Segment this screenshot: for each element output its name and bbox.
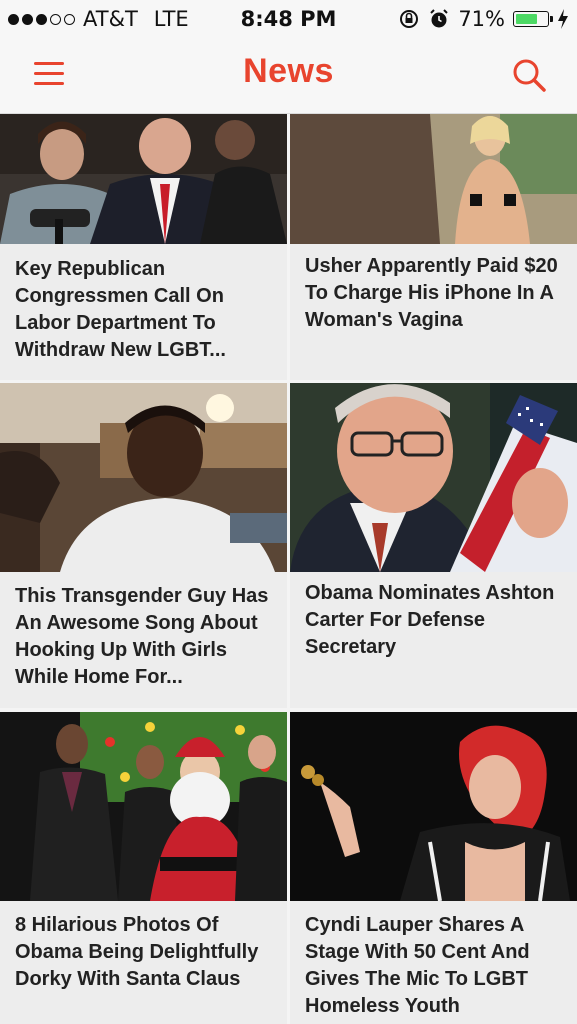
article-title: This Transgender Guy Has An Awesome Song… [15,585,269,688]
article-title: Usher Apparently Paid $20 To Charge His … [305,255,558,331]
article-title: Cyndi Lauper Shares A Stage With 50 Cent… [305,914,530,1017]
status-right: 71% [398,7,569,31]
article-image [290,712,577,901]
rotation-lock-icon [400,10,419,28]
battery-percent: 71% [458,7,505,31]
article-title: Obama Nominates Ashton Carter For Defens… [305,582,555,658]
article-card[interactable]: Usher Apparently Paid $20 To Charge His … [290,114,577,380]
article-card[interactable]: Obama Nominates Ashton Carter For Defens… [290,383,577,708]
battery-icon [513,11,553,27]
article-image [290,114,577,244]
article-card[interactable]: Cyndi Lauper Shares A Stage With 50 Cent… [290,712,577,1024]
article-image [0,383,287,572]
article-image [0,114,287,244]
article-card[interactable]: This Transgender Guy Has An Awesome Song… [0,383,287,708]
alarm-icon [430,9,449,28]
charging-icon [558,9,568,29]
article-image [0,712,287,901]
article-title: 8 Hilarious Photos Of Obama Being Deligh… [15,914,259,990]
article-card[interactable]: 8 Hilarious Photos Of Obama Being Deligh… [0,712,287,1024]
page-title: News [243,52,334,90]
search-icon[interactable] [511,57,547,93]
nav-bar: News [0,38,577,114]
article-image [290,383,577,572]
article-title: Key Republican Congressmen Call On Labor… [15,258,226,361]
article-card[interactable]: Key Republican Congressmen Call On Labor… [0,114,287,380]
status-bar: AT&T LTE 8:48 PM 71% [0,0,577,38]
menu-icon[interactable] [34,60,64,88]
